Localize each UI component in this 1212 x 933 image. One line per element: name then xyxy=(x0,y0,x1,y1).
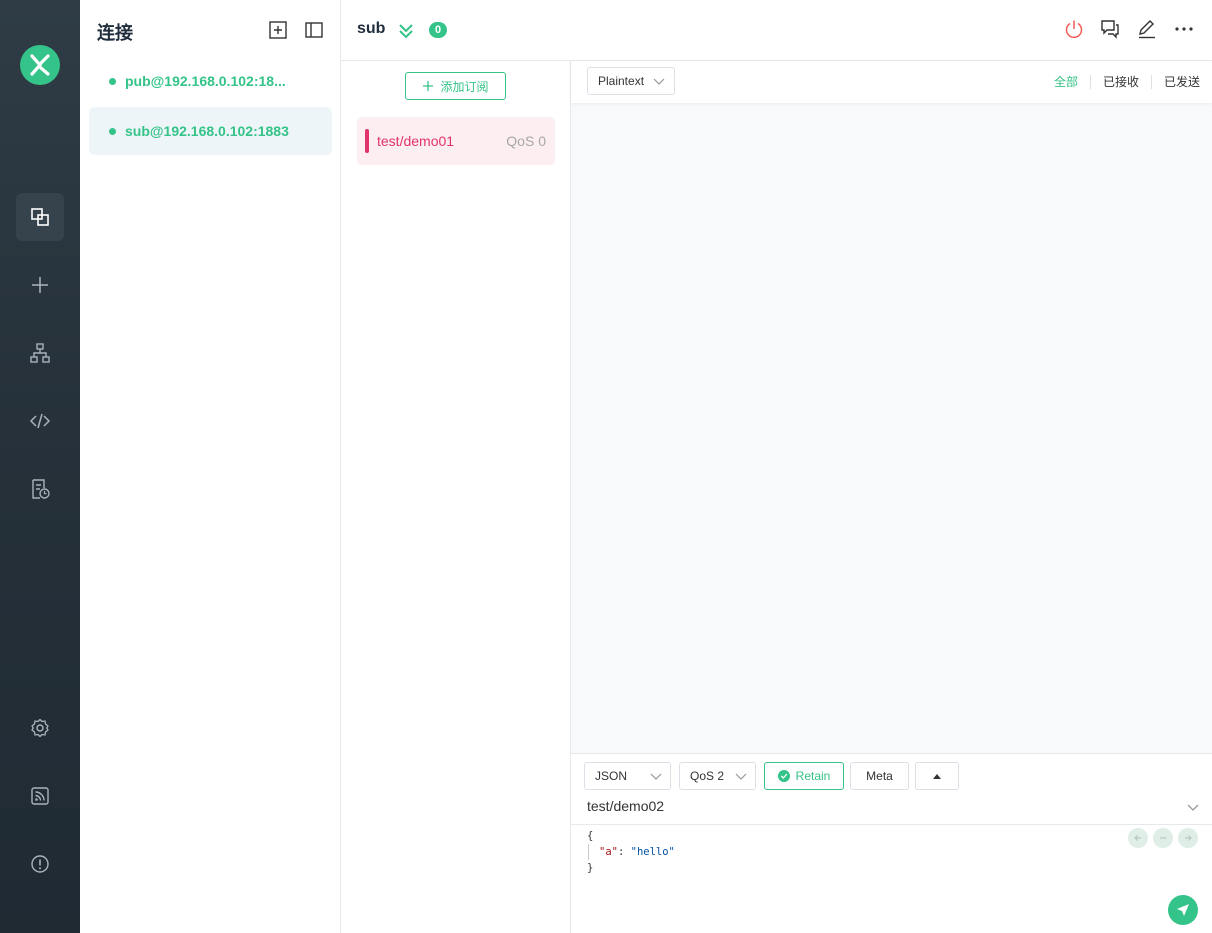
feed-icon xyxy=(31,787,49,805)
subscriptions-panel: 添加订阅 test/demo01 QoS 0 xyxy=(341,61,571,933)
send-icon xyxy=(1177,904,1189,916)
chat-icon[interactable] xyxy=(1099,18,1121,40)
connections-icon xyxy=(31,208,49,226)
status-dot xyxy=(109,77,116,85)
message-toolbar: Plaintext 全部 已接收 已发送 xyxy=(571,61,1212,103)
connections-panel: 连接 pub@192.168.0.102:18... sub@192.168.0… xyxy=(80,0,341,933)
nav-rail xyxy=(0,0,80,933)
check-icon xyxy=(777,770,790,782)
caret-up-icon xyxy=(933,774,941,779)
payload-editor[interactable]: { "a": "hello" } xyxy=(587,828,675,876)
nav-new-connection-button[interactable] xyxy=(16,261,64,309)
payload-format-value: Plaintext xyxy=(598,74,645,88)
payload-line: } xyxy=(587,862,594,874)
connection-header: sub 0 xyxy=(341,0,1212,61)
app-logo xyxy=(20,45,60,85)
nav-about-button[interactable] xyxy=(16,840,64,888)
history-back-button[interactable] xyxy=(1128,828,1148,848)
payload-key: "a" xyxy=(599,846,618,858)
publish-panel: JSON QoS 2 Retain Meta test/demo02 { "a"… xyxy=(571,753,1212,933)
info-icon xyxy=(31,855,49,873)
meta-label: Meta xyxy=(866,769,893,783)
nav-settings-button[interactable] xyxy=(16,704,64,752)
add-subscription-button[interactable]: 添加订阅 xyxy=(405,72,506,100)
qos-value: QoS 2 xyxy=(690,769,725,783)
nav-connections-button[interactable] xyxy=(16,193,64,241)
nav-feed-button[interactable] xyxy=(16,772,64,820)
history-clear-button[interactable] xyxy=(1153,828,1173,848)
toggle-panel-icon[interactable] xyxy=(304,20,324,40)
nav-scripts-button[interactable] xyxy=(16,397,64,445)
topology-icon xyxy=(30,343,50,363)
chevron-down-icon[interactable] xyxy=(1186,802,1200,812)
payload-type-value: JSON xyxy=(595,769,628,783)
send-button[interactable] xyxy=(1168,895,1198,925)
connections-title: 连接 xyxy=(97,23,133,43)
status-dot xyxy=(109,127,116,135)
subscription-qos: QoS 0 xyxy=(506,133,546,149)
filter-sent[interactable]: 已发送 xyxy=(1150,75,1212,89)
new-connection-icon[interactable] xyxy=(268,20,288,40)
payload-value: "hello" xyxy=(630,846,675,858)
payload-line: "a": "hello" xyxy=(588,844,675,860)
filter-all[interactable]: 全部 xyxy=(1042,75,1090,89)
subscription-color-bar xyxy=(365,129,369,153)
chevron-down-icon xyxy=(735,773,747,780)
plus-icon xyxy=(423,81,434,91)
divider xyxy=(571,824,1212,825)
payload-type-select[interactable]: JSON xyxy=(584,762,671,790)
settings-icon xyxy=(31,718,49,738)
expand-button[interactable] xyxy=(915,762,959,790)
connection-name: pub@192.168.0.102:18... xyxy=(125,73,286,89)
chevron-down-icon xyxy=(650,773,662,780)
code-icon xyxy=(29,413,51,429)
history-forward-button[interactable] xyxy=(1178,828,1198,848)
connection-title: sub xyxy=(357,20,386,37)
publish-topic-input[interactable]: test/demo02 xyxy=(587,798,1177,814)
connection-name: sub@192.168.0.102:1883 xyxy=(125,123,289,139)
log-icon xyxy=(32,479,50,499)
payload-line: { xyxy=(587,830,594,842)
plus-icon xyxy=(32,277,48,293)
minus-icon xyxy=(1160,837,1166,839)
connection-item-active[interactable]: sub@192.168.0.102:1883 xyxy=(89,107,332,155)
message-list: Plaintext 全部 已接收 已发送 xyxy=(571,61,1212,753)
filter-received[interactable]: 已接收 xyxy=(1089,75,1151,89)
subscription-item[interactable]: test/demo01 QoS 0 xyxy=(357,117,555,165)
retain-label: Retain xyxy=(795,769,831,783)
chevrons-down-icon[interactable] xyxy=(398,22,414,40)
qos-select[interactable]: QoS 2 xyxy=(679,762,756,790)
more-icon[interactable] xyxy=(1173,18,1195,40)
message-count-badge: 0 xyxy=(429,22,447,38)
connection-item[interactable]: pub@192.168.0.102:18... xyxy=(89,57,332,105)
nav-log-button[interactable] xyxy=(16,465,64,513)
payload-format-select[interactable]: Plaintext xyxy=(587,67,675,95)
logo-icon xyxy=(30,54,50,76)
chevron-down-icon xyxy=(653,78,665,85)
meta-button[interactable]: Meta xyxy=(850,762,909,790)
retain-toggle[interactable]: Retain xyxy=(764,762,844,790)
arrow-left-icon xyxy=(1134,835,1141,841)
edit-icon[interactable] xyxy=(1136,18,1158,40)
add-subscription-label: 添加订阅 xyxy=(440,79,489,94)
nav-topology-button[interactable] xyxy=(16,329,64,377)
subscription-topic: test/demo01 xyxy=(377,133,455,149)
disconnect-icon[interactable] xyxy=(1063,18,1085,40)
arrow-right-icon xyxy=(1185,835,1192,841)
message-filter-tabs: 全部 已接收 已发送 xyxy=(1042,75,1212,89)
